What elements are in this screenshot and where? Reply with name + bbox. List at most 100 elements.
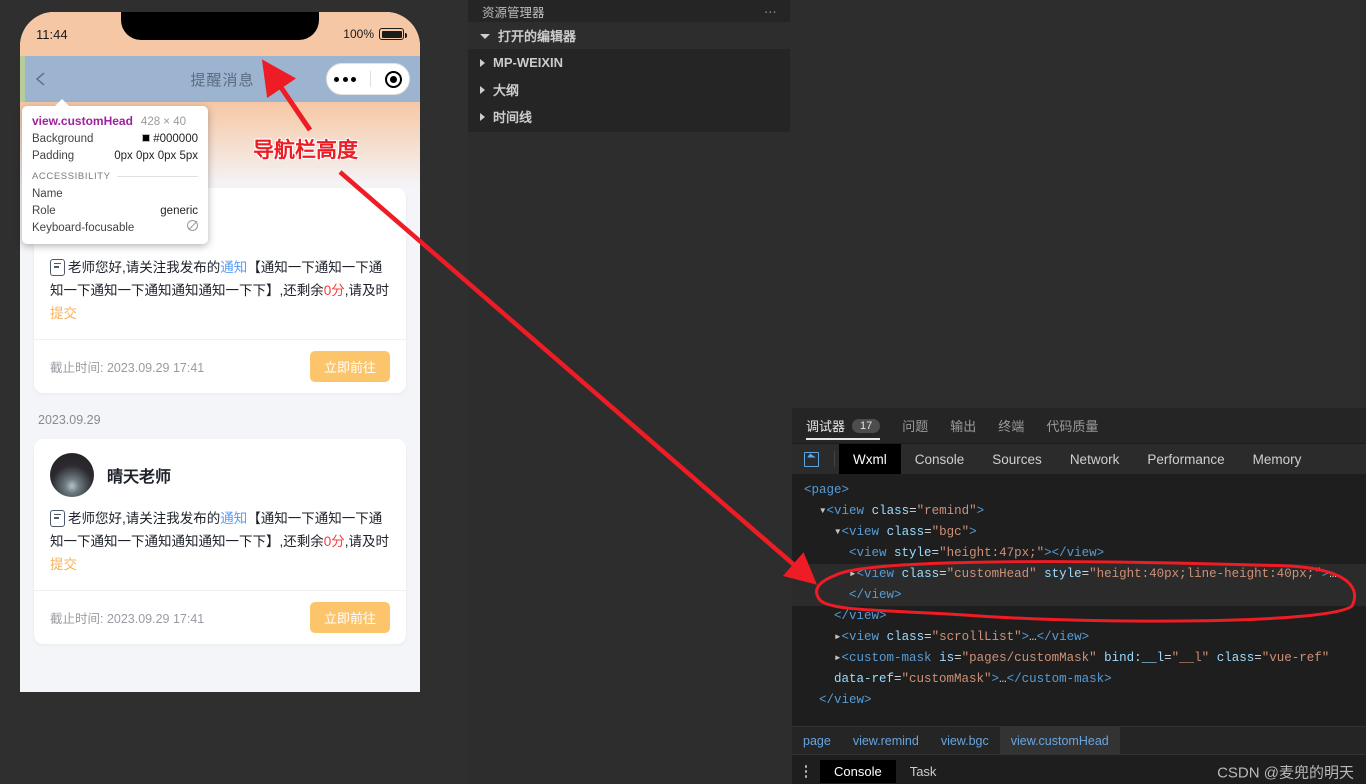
chevron-down-icon[interactable]: ▾: [834, 525, 842, 539]
explorer-item[interactable]: 时间线: [468, 103, 790, 130]
dom-tree-line[interactable]: <view style="height:47px;"></view>: [792, 543, 1366, 564]
explorer-item[interactable]: 大纲: [468, 76, 790, 103]
issue-count-badge: 17: [852, 418, 881, 433]
message-list: 老师您好,请关注我发布的通知【通知一下通知一下通知一下通知一下通知通知通知一下下…: [20, 188, 420, 644]
explorer-item-label: 大纲: [493, 83, 520, 98]
message-text-part: 老师您好,请关注我发布的: [68, 511, 221, 526]
tooltip-row-name: Name: [32, 186, 198, 203]
back-chevron-icon[interactable]: [33, 71, 49, 87]
explorer-tree: 打开的编辑器 MP-WEIXIN 大纲时间线: [468, 22, 790, 130]
tooltip-row-role: Role generic: [32, 203, 198, 220]
tooltip-accessibility-divider: ACCESSIBILITY: [32, 171, 198, 182]
panel-tab[interactable]: 代码质量: [1046, 408, 1098, 444]
deadline-text: 截止时间: 2023.09.29 17:41: [50, 361, 205, 375]
card-author-row: 晴天老师: [34, 439, 406, 505]
chevron-down-icon[interactable]: ▾: [819, 504, 827, 518]
tooltip-row-padding: Padding 0px 0px 0px 5px: [32, 148, 198, 165]
explorer-item[interactable]: MP-WEIXIN: [468, 49, 790, 76]
chevron-right-icon[interactable]: [480, 58, 485, 67]
status-battery-group: 100%: [343, 27, 407, 41]
notification-card[interactable]: 晴天老师 老师您好,请关注我发布的通知【通知一下通知一下通知一下通知一下通知通知…: [34, 439, 406, 644]
select-element-icon[interactable]: [792, 444, 830, 474]
dom-tree-line[interactable]: </view>: [792, 606, 1366, 627]
breadcrumb-item[interactable]: view.customHead: [999, 726, 1120, 755]
breadcrumb-item[interactable]: view.remind: [842, 727, 930, 755]
tooltip-dimensions: 428 × 40: [140, 116, 187, 128]
dom-tree-line[interactable]: ▸<custom-mask is="pages/customMask" bind…: [792, 648, 1366, 690]
devtools-sub-tab[interactable]: Network: [1056, 444, 1134, 474]
panel-tab[interactable]: 问题: [902, 408, 928, 444]
devtools-sub-tab[interactable]: Performance: [1133, 444, 1238, 474]
panel-tab-label: 问题: [902, 419, 929, 434]
devtools-sub-tab[interactable]: Console: [901, 444, 979, 474]
chevron-right-icon[interactable]: [480, 85, 485, 94]
chevron-right-icon[interactable]: ▸: [834, 651, 842, 665]
tooltip-key: Padding: [32, 150, 75, 162]
panel-tab[interactable]: 调试器 17: [806, 408, 881, 444]
breadcrumb-item[interactable]: view.bgc: [930, 727, 1000, 755]
notice-link[interactable]: 通知: [220, 260, 247, 275]
message-group-2: 2023.09.29 晴天老师 老师您好,请关注我发布的通知【通知一下通知一下通…: [34, 409, 406, 644]
wxml-dom-tree: <page> ▾<view class="remind"> ▾<view class…: [792, 474, 1366, 726]
devtools-sub-tab[interactable]: Sources: [978, 444, 1056, 474]
author-name: 晴天老师: [107, 469, 172, 486]
dom-tree-line[interactable]: ▾<view class="remind">: [792, 501, 1366, 522]
annotation-label: 导航栏高度: [253, 139, 358, 162]
deadline-text: 截止时间: 2023.09.29 17:41: [50, 612, 205, 626]
capsule-divider: [370, 71, 371, 87]
devtools-sub-tab[interactable]: Wxml: [839, 444, 901, 474]
tooltip-value: 0px 0px 0px 5px: [114, 150, 198, 162]
bottom-tab[interactable]: Task: [896, 760, 951, 783]
card-footer: 截止时间: 2023.09.29 17:41 立即前往: [34, 339, 406, 393]
notice-link[interactable]: 通知: [220, 511, 247, 526]
explorer-item-label: 打开的编辑器: [498, 29, 577, 44]
panel-tab[interactable]: 终端: [998, 408, 1024, 444]
sub-tab-list: Wxml Console Sources Network Performance Memo…: [839, 444, 1315, 474]
dom-tree-line[interactable]: ▾<view class="bgc">: [792, 522, 1366, 543]
panel-tab-label: 代码质量: [1046, 419, 1099, 434]
message-text: 老师您好,请关注我发布的通知【通知一下通知一下通知一下通知一下通知通知通知一下下…: [34, 505, 406, 590]
phone-notch: [121, 12, 319, 40]
wechat-capsule-button[interactable]: [326, 63, 410, 95]
card-footer: 截止时间: 2023.09.29 17:41 立即前往: [34, 590, 406, 644]
bottom-tab[interactable]: Console: [820, 760, 896, 783]
chevron-right-icon[interactable]: ▸: [834, 630, 842, 644]
target-circle-icon[interactable]: [385, 70, 402, 88]
chevron-right-icon[interactable]: ▸: [849, 567, 857, 581]
line-gutter-ellipsis[interactable]: ⋯: [792, 564, 818, 585]
more-dots-icon[interactable]: [334, 76, 356, 82]
dom-tree-line[interactable]: <page>: [792, 480, 1366, 501]
dom-tree-line[interactable]: ▸<view class="customHead" style="height:…: [792, 564, 1366, 606]
explorer-item[interactable]: 打开的编辑器: [468, 22, 790, 49]
tooltip-header: view.customHead 428 × 40: [32, 114, 198, 128]
bottom-tab-list: Console Task: [820, 760, 950, 783]
panel-tab-label: 调试器: [806, 419, 846, 434]
tooltip-key: Name: [32, 188, 63, 200]
devtools-panel: 调试器 17 问题 输出 终端 代码质量 Wxml Console Sources Networ…: [792, 408, 1366, 784]
not-focusable-icon: [187, 220, 198, 231]
kebab-menu-icon[interactable]: [792, 765, 820, 778]
tooltip-selector: view.customHead: [32, 114, 133, 128]
submit-link[interactable]: 提交: [50, 306, 77, 321]
dom-tree-line[interactable]: </view>: [792, 690, 1366, 711]
breadcrumb-item[interactable]: page: [792, 727, 842, 755]
chevron-down-icon[interactable]: [480, 34, 490, 39]
panel-tab[interactable]: 输出: [950, 408, 976, 444]
simulator-pane: 11:44 100% 提醒消息 老师您好,请关注我发布的通知【通知一下通知一下通…: [0, 0, 468, 784]
explorer-title: 资源管理器: [482, 5, 545, 20]
devtools-bottom-bar: Console Task CSDN @麦兜的明天: [792, 754, 1366, 784]
go-now-button[interactable]: 立即前往: [309, 351, 390, 382]
ellipsis-icon[interactable]: ⋯: [764, 4, 778, 19]
dom-tree-line[interactable]: ▸<view class="scrollList">…</view>: [792, 627, 1366, 648]
message-text-part: ,请及时: [344, 534, 390, 549]
custom-head-nav-bar: 提醒消息: [20, 56, 420, 102]
devtools-panel-tabs: 调试器 17 问题 输出 终端 代码质量: [792, 408, 1366, 444]
tooltip-row-background: Background #000000: [32, 131, 198, 148]
chevron-right-icon[interactable]: [480, 112, 485, 121]
tooltip-color-hex: #000000: [153, 133, 198, 145]
devtools-sub-tabs: Wxml Console Sources Network Performance Memo…: [792, 444, 1366, 474]
submit-link[interactable]: 提交: [50, 557, 77, 572]
note-icon: [50, 510, 65, 527]
go-now-button[interactable]: 立即前往: [309, 602, 390, 633]
devtools-sub-tab[interactable]: Memory: [1239, 444, 1316, 474]
